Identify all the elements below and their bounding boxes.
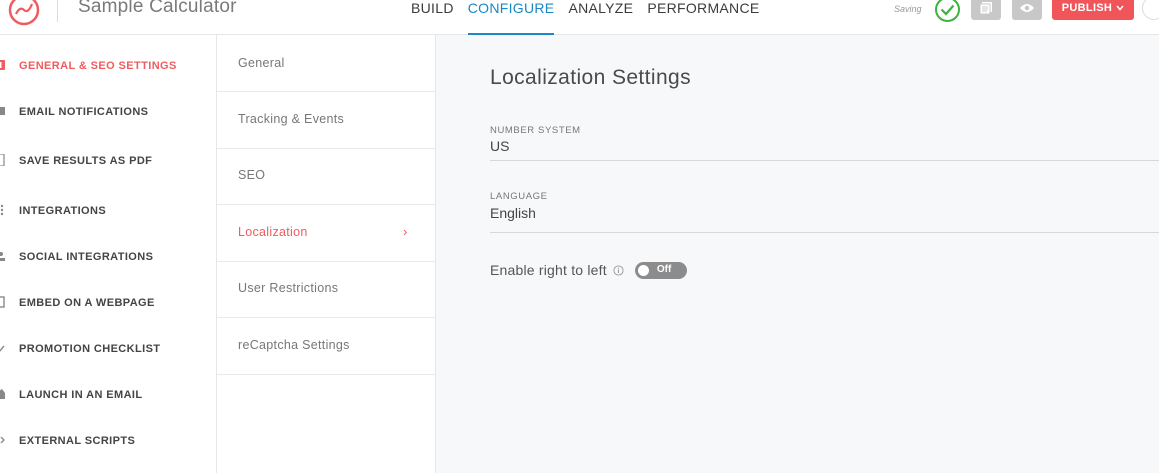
subnav-item-label: Localization <box>238 225 308 239</box>
header-divider <box>57 0 58 22</box>
sidebar-item-label: SOCIAL INTEGRATIONS <box>19 251 154 263</box>
email-icon <box>0 107 5 115</box>
sidebar-item-label: INTEGRATIONS <box>19 205 107 217</box>
page-title: Localization Settings <box>490 66 692 89</box>
subnav-item-user-restrictions[interactable]: User Restrictions <box>217 261 435 318</box>
subnav-item-tracking[interactable]: Tracking & Events <box>217 92 435 149</box>
chevron-down-icon <box>1116 5 1124 11</box>
eye-icon <box>1020 4 1034 12</box>
subnav-item-label: User Restrictions <box>238 281 339 295</box>
gauge-logo-icon[interactable] <box>8 0 40 26</box>
embed-icon <box>0 296 5 308</box>
number-system-field[interactable]: NUMBER SYSTEM US <box>490 125 1159 161</box>
number-system-value[interactable]: US <box>490 138 509 154</box>
tab-analyze[interactable]: ANALYZE <box>561 0 640 35</box>
subnav-item-label: General <box>238 56 285 70</box>
launch-email-icon <box>0 389 5 399</box>
subnav-item-label: Tracking & Events <box>238 112 345 126</box>
social-icon <box>0 252 5 261</box>
top-bar: Sample Calculator BUILD CONFIGURE ANALYZ… <box>0 0 1159 35</box>
config-sidebar: GENERAL & SEO SETTINGS EMAIL NOTIFICATIO… <box>0 35 217 473</box>
sidebar-item-label: EMAIL NOTIFICATIONS <box>19 106 149 118</box>
sidebar-item-integrations[interactable]: INTEGRATIONS <box>0 201 216 221</box>
sidebar-item-email-notifications[interactable]: EMAIL NOTIFICATIONS <box>0 102 216 122</box>
tab-configure[interactable]: CONFIGURE <box>461 0 562 35</box>
subnav-item-recaptcha[interactable]: reCaptcha Settings <box>217 318 435 375</box>
sidebar-item-promotion-checklist[interactable]: PROMOTION CHECKLIST <box>0 339 216 359</box>
sidebar-item-launch-email[interactable]: LAUNCH IN AN EMAIL <box>0 385 216 405</box>
subnav-item-seo[interactable]: SEO <box>217 148 435 205</box>
language-field[interactable]: LANGUAGE English <box>490 191 1159 233</box>
subnav-item-label: reCaptcha Settings <box>238 338 350 352</box>
sidebar-item-label: LAUNCH IN AN EMAIL <box>19 389 143 401</box>
chevron-right-icon: › <box>403 224 408 239</box>
sidebar-item-label: EXTERNAL SCRIPTS <box>19 435 136 447</box>
rtl-setting: Enable right to left Off <box>490 259 687 281</box>
rtl-toggle[interactable]: Off <box>634 261 687 279</box>
sidebar-item-embed-webpage[interactable]: EMBED ON A WEBPAGE <box>0 293 216 313</box>
main-nav: BUILD CONFIGURE ANALYZE PERFORMANCE <box>411 0 767 35</box>
app-title: Sample Calculator <box>78 0 237 17</box>
subnav-item-general[interactable]: General <box>217 35 435 92</box>
subnav-item-localization[interactable]: Localization › <box>217 205 435 262</box>
copy-button[interactable] <box>971 0 1001 20</box>
sidebar-item-social-integrations[interactable]: SOCIAL INTEGRATIONS <box>0 247 216 267</box>
sidebar-item-label: EMBED ON A WEBPAGE <box>19 297 155 309</box>
tab-performance[interactable]: PERFORMANCE <box>640 0 766 35</box>
sidebar-item-general-seo[interactable]: GENERAL & SEO SETTINGS <box>0 56 216 76</box>
language-label: LANGUAGE <box>490 191 548 202</box>
checklist-icon <box>0 345 5 352</box>
info-icon[interactable] <box>613 264 624 276</box>
toggle-knob <box>637 264 649 276</box>
main-content: Localization Settings NUMBER SYSTEM US L… <box>436 35 1159 473</box>
pdf-icon <box>0 154 5 166</box>
check-circle-icon <box>935 0 960 22</box>
toggle-state-text: Off <box>656 263 672 275</box>
sidebar-item-save-pdf[interactable]: SAVE RESULTS AS PDF <box>0 151 216 171</box>
sidebar-item-label: PROMOTION CHECKLIST <box>19 343 161 355</box>
sidebar-item-label: SAVE RESULTS AS PDF <box>19 155 153 167</box>
publish-button[interactable]: PUBLISH <box>1052 0 1134 20</box>
saving-status: Saving <box>894 4 922 14</box>
settings-subnav: General Tracking & Events SEO Localizati… <box>217 35 436 473</box>
number-system-label: NUMBER SYSTEM <box>490 125 581 136</box>
sidebar-item-label: GENERAL & SEO SETTINGS <box>19 60 177 72</box>
rtl-label: Enable right to left <box>490 262 607 278</box>
settings-icon <box>0 60 5 70</box>
preview-button[interactable] <box>1012 0 1042 20</box>
subnav-item-label: SEO <box>238 168 266 182</box>
copy-icon <box>979 2 992 15</box>
tab-build[interactable]: BUILD <box>411 0 461 35</box>
publish-label: PUBLISH <box>1061 2 1113 14</box>
user-avatar[interactable] <box>1142 0 1159 20</box>
language-value[interactable]: English <box>490 205 536 221</box>
code-icon <box>0 436 5 444</box>
sidebar-item-external-scripts[interactable]: EXTERNAL SCRIPTS <box>0 431 216 451</box>
integrations-icon <box>0 204 4 216</box>
